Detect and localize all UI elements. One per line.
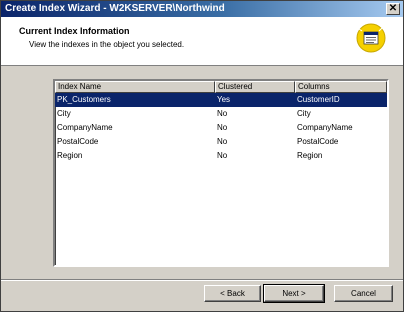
column-header-index-name[interactable]: Index Name [55, 81, 215, 93]
clustered-cell: No [217, 137, 228, 146]
index-name-cell: PostalCode [57, 137, 99, 146]
clustered-cell: No [217, 151, 228, 160]
button-divider [1, 279, 403, 281]
index-name-cell: City [57, 109, 71, 118]
columns-cell: CustomerID [297, 95, 340, 104]
index-name-cell: Region [57, 151, 83, 160]
clustered-cell: No [217, 123, 228, 132]
close-button[interactable]: ✕ [386, 3, 400, 15]
wizard-header: Current Index Information View the index… [1, 17, 403, 66]
wizard-index-icon [356, 23, 386, 53]
columns-cell: PostalCode [297, 137, 339, 146]
table-row[interactable]: Region No Region [55, 149, 387, 163]
window-title: Create Index Wizard - W2KSERVER\Northwin… [5, 3, 225, 14]
close-icon: ✕ [388, 3, 398, 14]
columns-cell: Region [297, 151, 323, 160]
back-button[interactable]: < Back [204, 285, 261, 302]
list-header: Index Name Clustered Columns [55, 81, 387, 93]
columns-cell: CompanyName [297, 123, 353, 132]
table-row[interactable]: PostalCode No PostalCode [55, 135, 387, 149]
table-row[interactable]: PK_Customers Yes CustomerID [55, 93, 387, 107]
next-button[interactable]: Next > [263, 284, 325, 303]
cancel-button[interactable]: Cancel [334, 285, 393, 302]
clustered-cell: No [217, 109, 228, 118]
title-bar[interactable]: Create Index Wizard - W2KSERVER\Northwin… [1, 1, 403, 17]
page-subtitle: View the indexes in the object you selec… [29, 40, 185, 49]
index-list[interactable]: Index Name Clustered Columns PK_Customer… [53, 79, 389, 267]
column-header-clustered[interactable]: Clustered [215, 81, 295, 93]
page-title: Current Index Information [19, 26, 130, 36]
index-name-cell: PK_Customers [57, 95, 111, 104]
clustered-cell: Yes [217, 95, 231, 104]
columns-cell: City [297, 109, 311, 118]
column-header-columns[interactable]: Columns [295, 81, 387, 93]
table-row[interactable]: CompanyName No CompanyName [55, 121, 387, 135]
index-name-cell: CompanyName [57, 123, 113, 132]
table-row[interactable]: City No City [55, 107, 387, 121]
create-index-wizard-window: Create Index Wizard - W2KSERVER\Northwin… [0, 0, 404, 312]
